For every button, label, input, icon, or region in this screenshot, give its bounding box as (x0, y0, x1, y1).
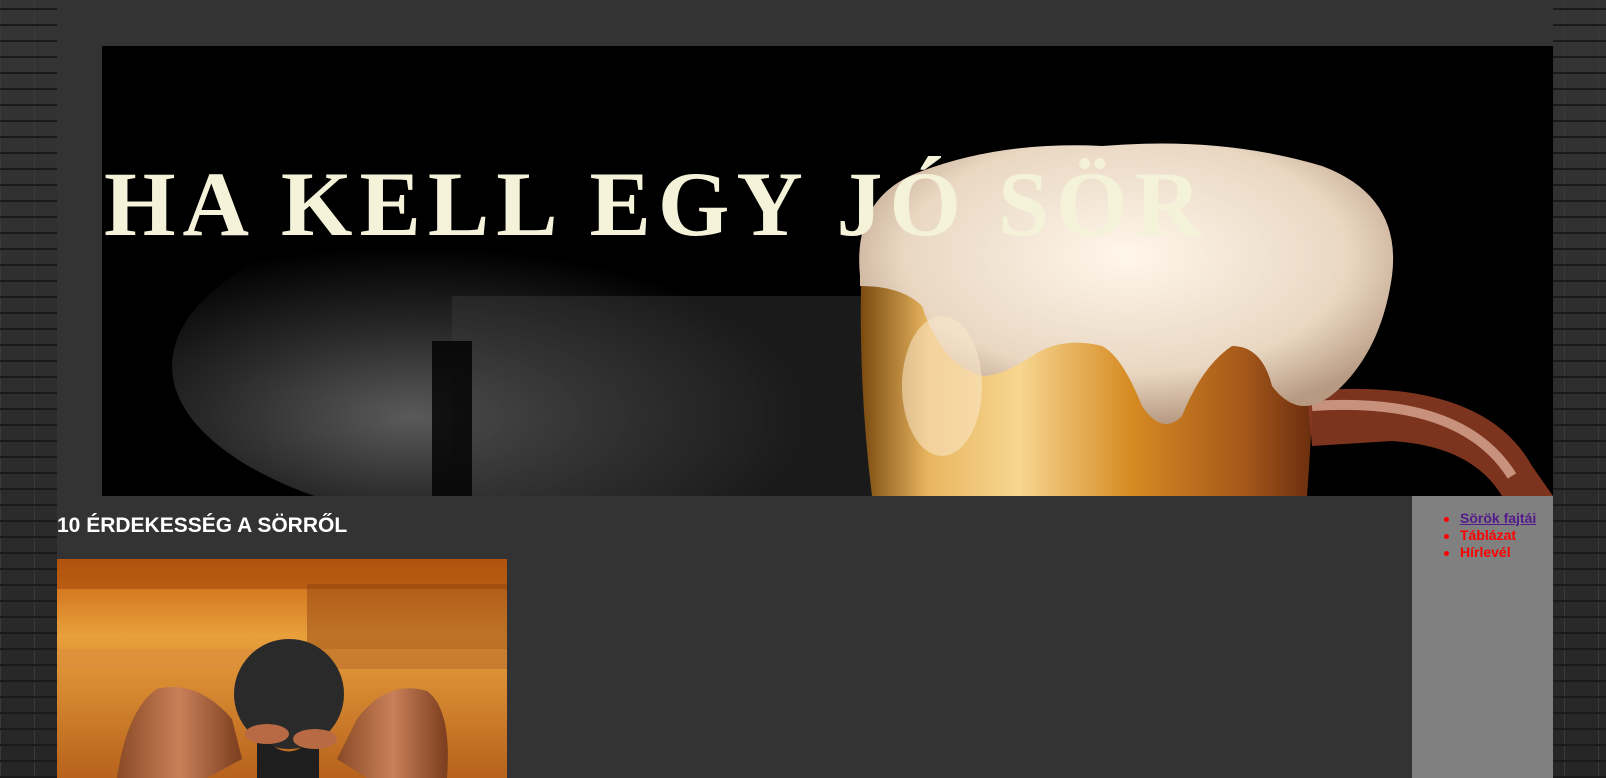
nav-link-sorok-fajtai[interactable]: Sörök fajtái (1460, 510, 1536, 526)
sidebar-item-sorok-fajtai: Sörök fajtái (1443, 510, 1536, 527)
article-heading: 10 ÉRDEKESSÉG A SÖRRŐL (57, 514, 348, 537)
page-container: HA KELL EGY JÓ SÖR 10 ÉRDEKESSÉG A SÖRRŐ… (57, 0, 1553, 778)
article-image (57, 559, 507, 778)
beer-mug-image (102, 46, 1553, 496)
sidebar-nav-list: Sörök fajtái Táblázat Hírlevél (1443, 510, 1536, 561)
sidebar: Sörök fajtái Táblázat Hírlevél (1412, 496, 1553, 778)
sidebar-item-tablazat: Táblázat (1443, 527, 1536, 544)
sidebar-item-hirlevel: Hírlevél (1443, 544, 1536, 561)
site-title: HA KELL EGY JÓ SÖR (104, 153, 1209, 255)
header-banner: HA KELL EGY JÓ SÖR (102, 46, 1553, 496)
nav-link-tablazat[interactable]: Táblázat (1460, 527, 1516, 543)
nav-link-hirlevel[interactable]: Hírlevél (1460, 544, 1511, 560)
